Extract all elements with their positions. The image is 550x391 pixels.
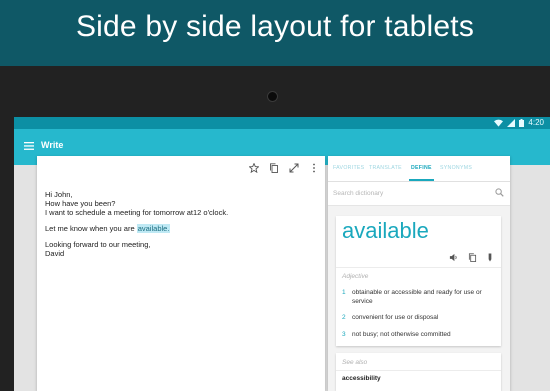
- app-title: Write: [41, 140, 64, 150]
- headword: available: [342, 218, 429, 243]
- letter-line: Hi John,: [45, 190, 73, 199]
- edit-icon[interactable]: [487, 253, 493, 262]
- search-icon[interactable]: [495, 188, 504, 197]
- menu-icon[interactable]: [24, 141, 34, 151]
- see-also-card: See also accessibility: [336, 353, 501, 391]
- star-icon[interactable]: [249, 163, 259, 173]
- definition-item: 2 convenient for use or disposal: [342, 313, 494, 322]
- definition-toolbar: [449, 253, 493, 262]
- more-vert-icon[interactable]: [309, 163, 319, 173]
- see-also-label: See also: [342, 359, 368, 366]
- tab-synonyms[interactable]: SYNONYMS: [440, 165, 472, 171]
- search-bar[interactable]: Search dictionary: [328, 182, 510, 206]
- editor-pane[interactable]: Hi John, How have you been? I want to sc…: [37, 156, 325, 391]
- editor-text[interactable]: Hi John, How have you been? I want to sc…: [45, 190, 228, 265]
- part-of-speech: Adjective: [342, 273, 369, 280]
- tab-favorites[interactable]: FAVORITES: [333, 165, 364, 171]
- see-also-link[interactable]: accessibility: [342, 375, 381, 382]
- letter-line: Looking forward to our meeting,: [45, 240, 151, 249]
- letter-line: How have you been?: [45, 199, 116, 208]
- copy-icon[interactable]: [468, 253, 477, 262]
- promo-banner: Side by side layout for tablets: [0, 0, 550, 66]
- search-input[interactable]: Search dictionary: [333, 190, 383, 197]
- copy-icon[interactable]: [269, 163, 279, 173]
- status-bar: 4:20: [14, 117, 550, 129]
- fullscreen-icon[interactable]: [289, 163, 299, 173]
- tab-translate[interactable]: TRANSLATE: [369, 165, 402, 171]
- definition-text: convenient for use or disposal: [352, 314, 439, 321]
- letter-line: Let me know when you are available.: [45, 224, 228, 233]
- definition-card: available Adjective 1 obtainable or acce: [336, 216, 501, 346]
- status-time: 4:20: [528, 118, 544, 127]
- tablet-screen: 4:20 Write Hi John, How have you been? I…: [14, 117, 550, 391]
- definition-number: 1: [342, 289, 346, 296]
- definition-item: 1 obtainable or accessible and ready for…: [342, 288, 494, 306]
- divider: [336, 267, 501, 268]
- wifi-icon: [494, 119, 504, 127]
- active-tab-indicator: [409, 179, 434, 181]
- dictionary-pane: FAVORITES TRANSLATE DEFINE SYNONYMS Sear…: [328, 156, 510, 391]
- letter-line: I want to schedule a meeting for tomorro…: [45, 208, 229, 217]
- editor-toolbar: [249, 163, 319, 173]
- camera-icon: [267, 91, 278, 102]
- divider: [336, 370, 501, 371]
- signal-icon: [507, 119, 516, 127]
- definition-item: 3 not busy; not otherwise committed: [342, 330, 494, 339]
- highlighted-word[interactable]: available.: [136, 224, 171, 233]
- tab-define[interactable]: DEFINE: [411, 165, 432, 171]
- definition-text: obtainable or accessible and ready for u…: [352, 289, 482, 305]
- promo-headline: Side by side layout for tablets: [75, 10, 475, 43]
- definition-number: 3: [342, 331, 346, 338]
- definition-number: 2: [342, 314, 346, 321]
- dictionary-tabs: FAVORITES TRANSLATE DEFINE SYNONYMS: [328, 156, 510, 182]
- letter-line: David: [45, 249, 65, 258]
- letter-text: Let me know when you are: [45, 224, 137, 233]
- battery-icon: [519, 119, 525, 127]
- volume-icon[interactable]: [449, 253, 458, 262]
- definition-text: not busy; not otherwise committed: [352, 331, 451, 338]
